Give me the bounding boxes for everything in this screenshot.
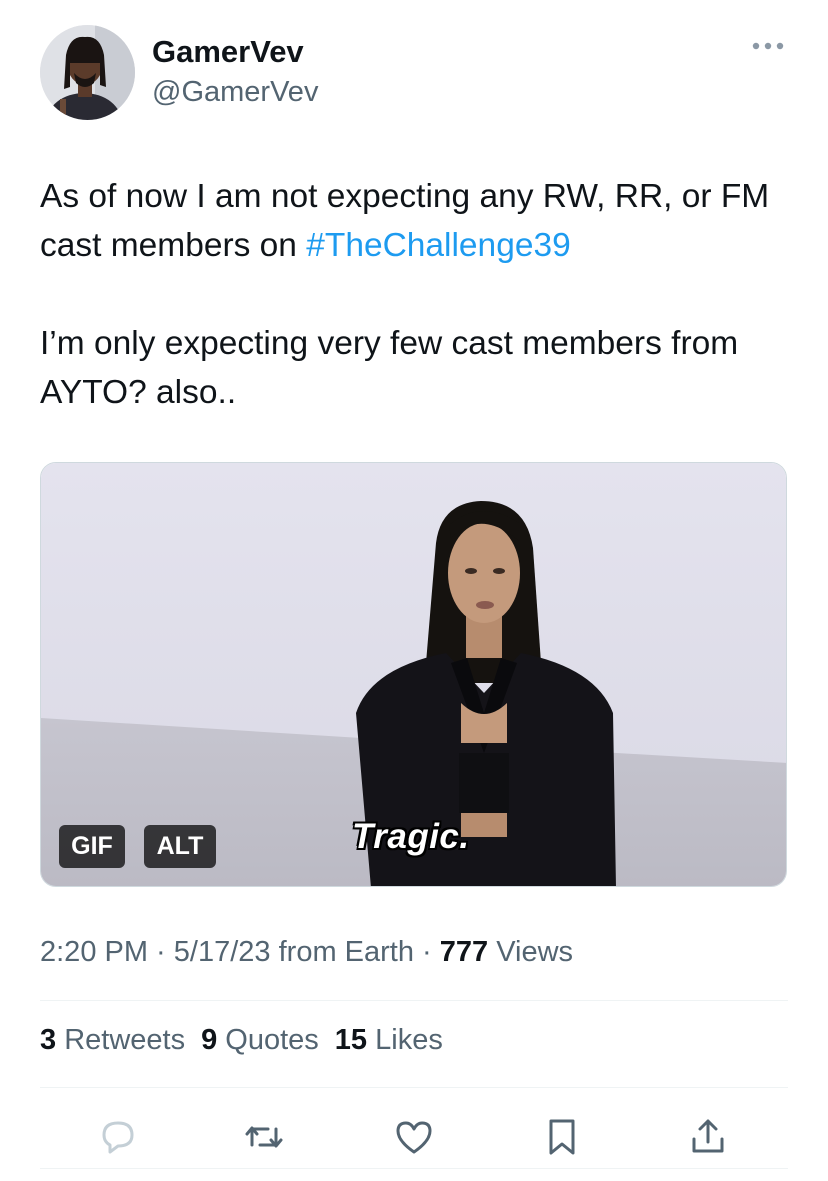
share-icon <box>692 1119 724 1153</box>
quotes-stat[interactable]: 9 Quotes <box>201 1024 319 1057</box>
tweet-meta: 2:20 PM · 5/17/23 from Earth · 777 Views <box>40 936 573 969</box>
bookmark-button[interactable] <box>540 1115 584 1159</box>
profile-photo-icon <box>40 25 135 120</box>
views-label: Views <box>488 936 574 968</box>
likes-count: 15 <box>334 1024 368 1056</box>
action-bar <box>40 1105 788 1165</box>
display-name[interactable]: GamerVev <box>152 34 304 70</box>
reply-button[interactable] <box>96 1115 140 1159</box>
quotes-count: 9 <box>201 1024 218 1056</box>
tweet-text: As of now I am not expecting any RW, RR,… <box>40 172 800 417</box>
likes-stat[interactable]: 15 Likes <box>335 1024 443 1057</box>
divider <box>40 1000 788 1001</box>
quotes-label: Quotes <box>217 1024 319 1056</box>
more-options-button[interactable] <box>750 36 786 56</box>
likes-label: Likes <box>367 1024 443 1056</box>
handle[interactable]: @GamerVev <box>152 76 318 109</box>
more-horizontal-icon <box>752 42 784 50</box>
retweets-label: Retweets <box>56 1024 186 1056</box>
reply-icon <box>102 1121 134 1154</box>
like-icon <box>396 1121 432 1154</box>
meta-separator: · <box>413 936 440 968</box>
avatar[interactable] <box>40 25 135 120</box>
hashtag-link[interactable]: #TheChallenge39 <box>306 227 570 264</box>
retweet-icon <box>245 1126 283 1148</box>
gif-caption: Tragic. <box>352 817 470 856</box>
divider <box>40 1168 788 1169</box>
views-count: 777 <box>439 936 489 968</box>
bookmark-icon <box>549 1119 575 1155</box>
alt-text-button[interactable]: ALT <box>144 825 216 868</box>
retweets-count: 3 <box>40 1024 57 1056</box>
gif-badge: GIF <box>59 825 125 868</box>
retweet-button[interactable] <box>242 1115 286 1159</box>
tweet-time[interactable]: 2:20 PM <box>40 936 148 968</box>
tweet-paragraph-1: As of now I am not expecting any RW, RR,… <box>40 172 800 270</box>
divider <box>40 1087 788 1088</box>
tweet-source: from Earth <box>270 936 414 968</box>
retweets-stat[interactable]: 3 Retweets <box>40 1024 185 1057</box>
share-button[interactable] <box>686 1115 730 1159</box>
tweet-paragraph-2: I’m only expecting very few cast members… <box>40 325 739 411</box>
meta-separator: · <box>148 936 174 968</box>
tweet-date[interactable]: 5/17/23 <box>174 936 271 968</box>
like-button[interactable] <box>392 1115 436 1159</box>
engagement-stats: 3 Retweets 9 Quotes 15 Likes <box>40 1024 443 1057</box>
